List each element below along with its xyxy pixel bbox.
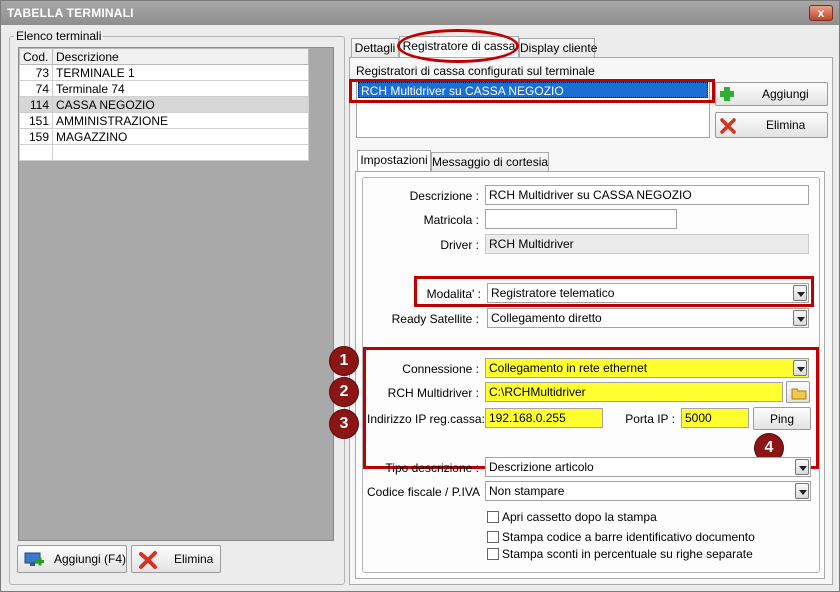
row-cod: 151 <box>19 112 53 129</box>
codice-fiscale-label: Codice fiscale / P.IVA <box>367 485 480 499</box>
delete-terminal-button[interactable]: Elimina <box>131 545 221 573</box>
folder-icon <box>791 388 807 400</box>
ready-satellite-select[interactable]: Collegamento diretto <box>487 308 809 328</box>
row-cod: 159 <box>19 128 53 145</box>
step-badge-3: 3 <box>330 410 358 438</box>
add-terminal-label: Aggiungi (F4) <box>54 552 127 566</box>
checkbox-box[interactable] <box>487 548 499 560</box>
ready-satellite-label: Ready Satellite : <box>391 312 479 326</box>
tipo-descrizione-select[interactable]: Descrizione articolo <box>485 457 811 477</box>
step-badge-1: 1 <box>330 347 358 375</box>
modalita-value: Registratore telematico <box>491 286 615 300</box>
matricola-field[interactable] <box>485 209 677 229</box>
codice-fiscale-select[interactable]: Non stampare <box>485 481 811 501</box>
modalita-label: Modalita' : <box>426 287 481 301</box>
table-row[interactable]: 159 MAGAZZINO <box>19 128 309 145</box>
table-row[interactable]: 74 Terminale 74 <box>19 80 309 97</box>
chevron-down-icon[interactable] <box>793 360 807 376</box>
row-descrizione-empty <box>52 144 309 161</box>
tabella-terminali-window: TABELLA TERMINALI x Elenco terminali Cod… <box>0 0 840 592</box>
codice-fiscale-value: Non stampare <box>489 484 565 498</box>
title-bar: TABELLA TERMINALI x <box>1 1 839 25</box>
add-terminal-button[interactable]: Aggiungi (F4) <box>17 545 127 573</box>
tab-display-cliente[interactable]: Display cliente <box>519 38 597 58</box>
ready-satellite-value: Collegamento diretto <box>491 311 602 325</box>
ping-button[interactable]: Ping <box>753 407 811 430</box>
tab-highlight-ellipse <box>397 29 519 63</box>
delete-terminal-label: Elimina <box>174 552 214 566</box>
checkbox-label: Stampa codice a barre identificativo doc… <box>502 530 755 544</box>
add-register-label: Aggiungi <box>762 87 809 101</box>
row-descrizione: Terminale 74 <box>52 80 309 97</box>
table-row-selected[interactable]: 114 CASSA NEGOZIO <box>19 96 309 113</box>
ip-address-field[interactable]: 192.168.0.255 <box>485 408 603 428</box>
ip-address-label: Indirizzo IP reg.cassa: <box>367 412 485 426</box>
browse-folder-button[interactable] <box>786 381 810 403</box>
porta-ip-label: Porta IP : <box>625 412 675 426</box>
table-row[interactable]: 73 TERMINALE 1 <box>19 64 309 81</box>
matricola-label: Matricola : <box>423 213 479 227</box>
chevron-down-icon[interactable] <box>793 310 807 326</box>
column-header-cod[interactable]: Cod. <box>19 48 53 65</box>
close-button[interactable]: x <box>809 5 833 21</box>
add-register-button[interactable]: Aggiungi <box>715 82 828 106</box>
row-cod: 74 <box>19 80 53 97</box>
registers-caption: Registratori di cassa configurati sul te… <box>356 64 595 78</box>
stampa-sconti-checkbox[interactable]: Stampa sconti in percentuale su righe se… <box>487 547 753 561</box>
row-cod-empty <box>19 144 53 161</box>
monitor-add-icon <box>24 552 44 566</box>
row-descrizione: CASSA NEGOZIO <box>52 96 309 113</box>
rch-multidriver-path-field[interactable]: C:\RCHMultidriver <box>485 382 783 402</box>
driver-field: RCH Multidriver <box>485 234 809 254</box>
chevron-down-icon[interactable] <box>795 459 809 475</box>
column-header-descrizione[interactable]: Descrizione <box>52 48 309 65</box>
checkbox-box[interactable] <box>487 531 499 543</box>
plus-icon <box>720 87 734 101</box>
porta-ip-field[interactable]: 5000 <box>681 408 749 428</box>
row-cod: 73 <box>19 64 53 81</box>
x-icon <box>720 118 736 134</box>
tab-dettagli[interactable]: Dettagli <box>351 38 399 58</box>
chevron-down-icon[interactable] <box>793 285 807 301</box>
descrizione-field[interactable]: RCH Multidriver su CASSA NEGOZIO <box>485 185 809 205</box>
window-title: TABELLA TERMINALI <box>7 6 134 20</box>
tab-messaggio-di-cortesia[interactable]: Messaggio di cortesia <box>431 152 549 172</box>
terminals-group-label: Elenco terminali <box>16 29 102 43</box>
driver-label: Driver : <box>440 238 479 252</box>
delete-register-button[interactable]: Elimina <box>715 112 828 138</box>
terminals-header-row: Cod. Descrizione <box>19 48 309 65</box>
step-badge-2: 2 <box>330 378 358 406</box>
descrizione-label: Descrizione : <box>409 189 479 203</box>
terminals-grid: Cod. Descrizione 73 TERMINALE 1 74 Termi… <box>18 47 334 541</box>
ping-button-label: Ping <box>770 411 795 426</box>
connessione-select[interactable]: Collegamento in rete ethernet <box>485 358 809 378</box>
tipo-descrizione-label: Tipo descrizione : <box>385 461 479 475</box>
tipo-descrizione-value: Descrizione articolo <box>489 460 594 474</box>
x-icon <box>139 551 157 569</box>
row-cod: 114 <box>19 96 53 113</box>
stampa-codice-barre-checkbox[interactable]: Stampa codice a barre identificativo doc… <box>487 530 755 544</box>
table-row[interactable]: 151 AMMINISTRAZIONE <box>19 112 309 129</box>
table-row-empty[interactable] <box>19 144 309 161</box>
modalita-select[interactable]: Registratore telematico <box>487 283 809 303</box>
chevron-down-icon[interactable] <box>795 483 809 499</box>
row-descrizione: AMMINISTRAZIONE <box>52 112 309 129</box>
delete-register-label: Elimina <box>766 118 806 132</box>
sub-tabstrip: Impostazioni Messaggio di cortesia <box>355 150 825 172</box>
rch-multidriver-label: RCH Multidriver : <box>387 386 479 400</box>
checkbox-label: Apri cassetto dopo la stampa <box>502 510 657 524</box>
row-descrizione: TERMINALE 1 <box>52 64 309 81</box>
connessione-value: Collegamento in rete ethernet <box>489 361 648 375</box>
terminals-table: Cod. Descrizione 73 TERMINALE 1 74 Termi… <box>19 48 309 161</box>
checkbox-label: Stampa sconti in percentuale su righe se… <box>502 547 753 561</box>
connessione-label: Connessione : <box>402 362 479 376</box>
tab-impostazioni[interactable]: Impostazioni <box>357 150 431 172</box>
checkbox-box[interactable] <box>487 511 499 523</box>
row-descrizione: MAGAZZINO <box>52 128 309 145</box>
apri-cassetto-checkbox[interactable]: Apri cassetto dopo la stampa <box>487 510 657 524</box>
register-highlight-box <box>349 79 715 103</box>
